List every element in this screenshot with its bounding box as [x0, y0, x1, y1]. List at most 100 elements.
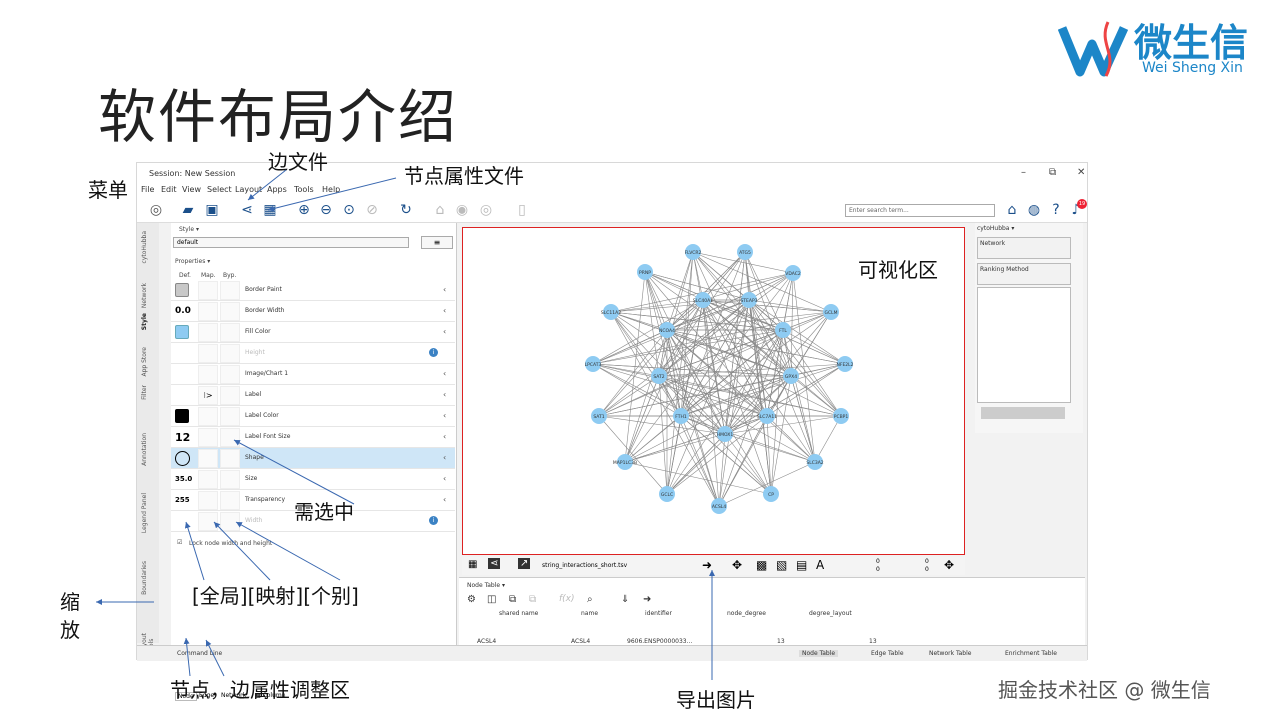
export-table-icon[interactable]: ➜	[643, 594, 651, 605]
properties-dropdown[interactable]: Properties ▾	[175, 258, 210, 265]
prop-row-height[interactable]: Height i	[171, 343, 455, 364]
select-annotations-icon[interactable]: ▤	[796, 558, 807, 572]
globe-icon[interactable]: ◍	[1025, 201, 1043, 219]
swatch-black[interactable]	[175, 409, 189, 423]
ranking-method-box[interactable]: Ranking Method	[977, 263, 1071, 285]
column-node-degree[interactable]: node_degree	[727, 610, 766, 617]
share-icon[interactable]: ⋖	[488, 558, 501, 569]
network-edge[interactable]	[598, 415, 668, 495]
tab-edge-table[interactable]: Edge Table	[871, 650, 904, 657]
menu-help[interactable]: Help	[322, 185, 340, 194]
function-icon[interactable]: f(x)	[559, 594, 575, 604]
tab-boundaries[interactable]: Boundaries	[141, 561, 148, 595]
tab-filter[interactable]: Filter	[141, 385, 148, 400]
settings-icon[interactable]: ⚙	[467, 594, 476, 605]
import-table-icon[interactable]: ⇓	[621, 594, 629, 605]
network-edge[interactable]	[666, 433, 726, 495]
menu-apps[interactable]: Apps	[267, 185, 287, 194]
mapping-icon[interactable]: ⁝>	[198, 386, 218, 405]
chevron-left-icon[interactable]: ‹	[443, 495, 446, 504]
show-icon[interactable]: ◉	[453, 201, 471, 219]
zoom-out-icon[interactable]: ⊖	[317, 201, 335, 219]
swatch-blue[interactable]	[175, 325, 189, 339]
prop-default[interactable]: 0.0	[175, 303, 193, 320]
unlink-icon[interactable]: ⧉	[529, 594, 536, 605]
search-icon[interactable]: ⌕	[587, 594, 593, 605]
minimize-button[interactable]: –	[1021, 167, 1026, 178]
menu-file[interactable]: File	[141, 185, 154, 194]
chevron-left-icon[interactable]: ‹	[443, 327, 446, 336]
prop-row-size[interactable]: 35.0 Size ‹	[171, 469, 455, 490]
network-edge[interactable]	[644, 271, 704, 301]
network-edge[interactable]	[658, 251, 694, 377]
tab-legend-panel[interactable]: Legend Panel	[141, 493, 148, 533]
chevron-left-icon[interactable]: ‹	[443, 390, 446, 399]
network-edge[interactable]	[624, 433, 726, 463]
zoom-selected-icon[interactable]: ⊘	[363, 201, 381, 219]
tab-node-table[interactable]: Node Table	[799, 650, 839, 657]
select-nodes-icon[interactable]: ▩	[756, 558, 767, 572]
menu-tools[interactable]: Tools	[294, 185, 314, 194]
prop-row-border-width[interactable]: 0.0 Border Width ‹	[171, 301, 455, 322]
tab-network[interactable]: Network	[141, 283, 148, 308]
network-edge[interactable]	[610, 299, 750, 313]
info-icon[interactable]: i	[429, 348, 438, 357]
tab-network-table[interactable]: Network Table	[929, 650, 971, 657]
network-edge[interactable]	[766, 415, 816, 463]
menu-layout[interactable]: Layout	[235, 185, 262, 194]
refresh-icon[interactable]: ↻	[397, 201, 415, 219]
eye-icon[interactable]: ◎	[477, 201, 495, 219]
move-icon[interactable]: ✥	[732, 558, 742, 572]
text-icon[interactable]: A	[816, 558, 824, 572]
info-icon[interactable]: i	[429, 516, 438, 525]
analyze-button[interactable]	[981, 407, 1065, 419]
style-select[interactable]: default	[173, 237, 409, 248]
menu-edit[interactable]: Edit	[161, 185, 177, 194]
style-menu-button[interactable]: ≡	[421, 236, 453, 249]
network-edge[interactable]	[790, 375, 842, 417]
open-folder-icon[interactable]: ▰	[179, 201, 197, 219]
prop-row-label-color[interactable]: Label Color ‹	[171, 406, 455, 427]
column-identifier[interactable]: identifier	[645, 610, 672, 617]
prop-row-label-font-size[interactable]: 12 Label Font Size ‹	[171, 427, 455, 448]
navigate-icon[interactable]: ✥	[944, 558, 954, 572]
columns-icon[interactable]: ◫	[487, 594, 496, 605]
network-edge[interactable]	[724, 433, 816, 463]
network-edge[interactable]	[782, 329, 846, 365]
tab-annotation[interactable]: Annotation	[141, 433, 148, 466]
network-edge[interactable]	[744, 251, 784, 331]
node-table-header[interactable]: Node Table ▾	[467, 582, 505, 589]
hide-icon[interactable]: ⌂	[431, 201, 449, 219]
chevron-left-icon[interactable]: ‹	[443, 411, 446, 420]
chevron-left-icon[interactable]: ‹	[443, 306, 446, 315]
prop-row-image-chart[interactable]: Image/Chart 1 ‹	[171, 364, 455, 385]
column-degree-layout[interactable]: degree_layout	[809, 610, 852, 617]
export-image-icon[interactable]: ➜	[702, 558, 712, 572]
network-edge[interactable]	[624, 461, 772, 495]
menu-select[interactable]: Select	[207, 185, 232, 194]
prop-row-label[interactable]: ⁝> Label ‹	[171, 385, 455, 406]
network-edge[interactable]	[748, 299, 832, 313]
prop-default[interactable]: 255	[175, 492, 193, 509]
network-box[interactable]: Network	[977, 237, 1071, 259]
maximize-button[interactable]: ⧉	[1049, 167, 1056, 178]
cytohubba-header[interactable]: cytoHubba ▾	[977, 225, 1014, 232]
prop-row-border-paint[interactable]: Border Paint ‹	[171, 280, 455, 301]
checkbox-icon[interactable]: ☑	[177, 539, 182, 546]
style-header[interactable]: Style ▾	[179, 226, 199, 233]
column-name[interactable]: name	[581, 610, 598, 617]
prop-row-fill-color[interactable]: Fill Color ‹	[171, 322, 455, 343]
tab-app-store[interactable]: App Store	[141, 347, 148, 377]
tab-style[interactable]: Style	[141, 313, 148, 330]
menu-view[interactable]: View	[182, 185, 201, 194]
tab-enrichment-table[interactable]: Enrichment Table	[1005, 650, 1057, 657]
prop-row-shape[interactable]: Shape ‹	[171, 448, 455, 469]
chevron-left-icon[interactable]: ‹	[443, 369, 446, 378]
chevron-left-icon[interactable]: ‹	[443, 474, 446, 483]
grid-icon[interactable]: ▦	[468, 559, 477, 570]
network-edge[interactable]	[658, 375, 772, 495]
import-network-icon[interactable]: ⋖	[238, 201, 256, 219]
command-line-button[interactable]: Command Line	[177, 650, 222, 657]
select-edges-icon[interactable]: ▧	[776, 558, 787, 572]
prop-default[interactable]: 12	[175, 429, 193, 446]
